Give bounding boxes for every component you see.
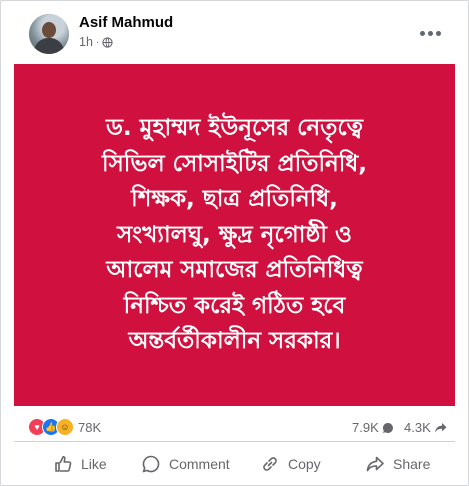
like-label: Like — [81, 456, 107, 472]
post-card: Asif Mahmud 1h · ড. মুহাম্মদ ইউনূসের নেত… — [0, 0, 469, 486]
copy-label: Copy — [288, 456, 321, 472]
like-button[interactable]: Like — [53, 444, 107, 484]
comment-button[interactable]: Comment — [141, 444, 230, 484]
post-image[interactable]: ড. মুহাম্মদ ইউনূসের নেতৃত্বে সিভিল সোসাই… — [14, 64, 455, 406]
comment-icon — [142, 455, 160, 473]
comment-bubble-icon — [382, 422, 393, 433]
link-icon — [263, 457, 277, 471]
more-options-icon[interactable] — [416, 23, 444, 43]
reaction-icons[interactable]: ♥ 👍 ☺ — [28, 418, 74, 436]
share-arrow-icon — [434, 422, 447, 433]
post-header: Asif Mahmud 1h · — [1, 1, 468, 63]
post-meta: 1h · — [79, 35, 113, 49]
meta-separator: · — [95, 36, 100, 48]
avatar[interactable] — [29, 14, 69, 54]
comment-count-stat[interactable]: 7.9K — [352, 420, 394, 435]
thumbs-up-icon — [55, 456, 72, 472]
post-actions: Like Comment Copy Share — [1, 444, 468, 484]
share-icon — [366, 456, 384, 472]
copy-button[interactable]: Copy — [260, 444, 321, 484]
share-count-stat[interactable]: 4.3K — [404, 420, 447, 435]
share-label: Share — [393, 456, 431, 472]
share-button[interactable]: Share — [365, 444, 430, 484]
actions-divider — [14, 441, 455, 442]
share-count: 4.3K — [404, 420, 431, 435]
haha-reaction-icon: ☺ — [56, 418, 74, 436]
post-image-text: ড. মুহাম্মদ ইউনূসের নেতৃত্বে সিভিল সোসাই… — [102, 115, 367, 354]
globe-icon[interactable] — [102, 36, 113, 48]
post-stats: ♥ 👍 ☺ 78K 7.9K 4.3K — [1, 413, 468, 441]
author-name[interactable]: Asif Mahmud — [79, 14, 173, 31]
post-time[interactable]: 1h — [79, 35, 93, 49]
comment-count: 7.9K — [352, 420, 379, 435]
comment-label: Comment — [169, 456, 230, 472]
reaction-count[interactable]: 78K — [78, 420, 101, 435]
